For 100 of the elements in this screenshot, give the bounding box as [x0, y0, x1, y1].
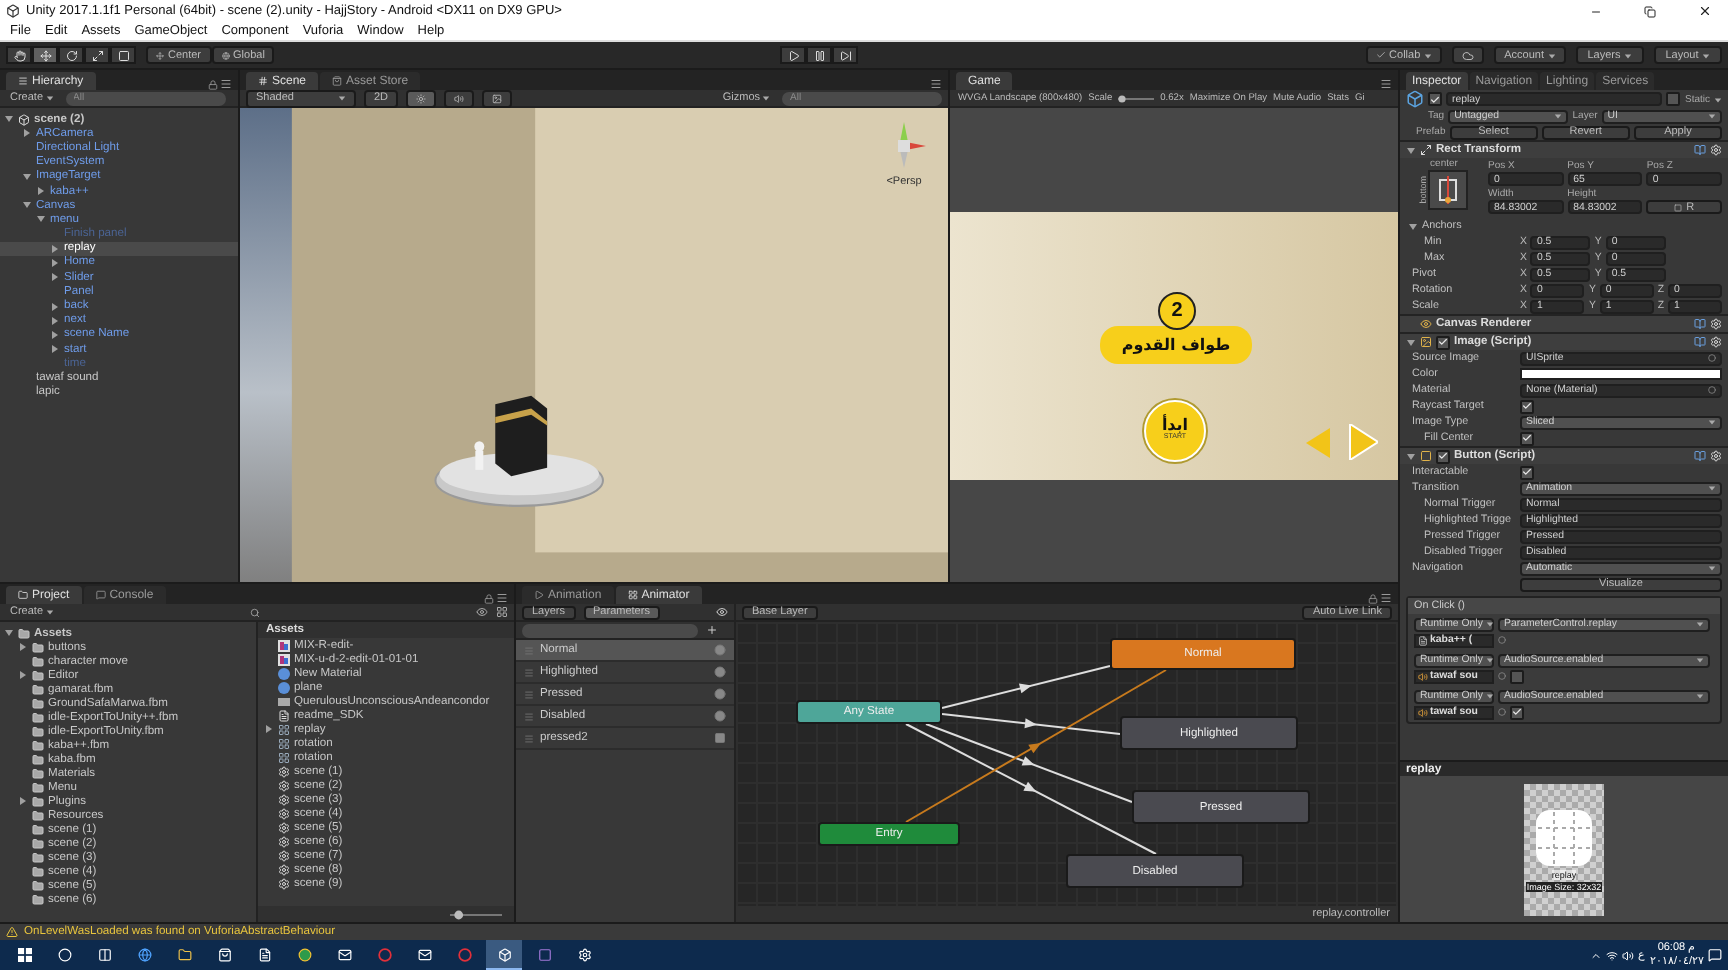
checkbox[interactable] [1520, 399, 1534, 413]
settings-icon[interactable] [1710, 450, 1722, 462]
lock-icon[interactable] [484, 594, 494, 604]
caret-down-icon[interactable] [1406, 451, 1416, 461]
object-picker-icon[interactable] [1708, 386, 1716, 394]
play-button[interactable] [780, 46, 807, 64]
help-icon[interactable] [1694, 318, 1706, 330]
speaker-icon [1418, 707, 1428, 717]
settings-icon[interactable] [1710, 336, 1722, 348]
caret-down-icon[interactable] [4, 628, 14, 638]
caret-down-icon [1696, 620, 1704, 628]
caret-down-icon [1708, 564, 1716, 572]
lock-icon[interactable] [1368, 594, 1378, 604]
help-icon[interactable] [1694, 336, 1706, 348]
caret-down-icon [1702, 51, 1711, 59]
checkbox[interactable] [1436, 335, 1450, 349]
help-icon[interactable] [1694, 144, 1706, 156]
warning-icon [6, 926, 18, 938]
color-swatch[interactable] [1520, 368, 1722, 380]
add-icon[interactable] [706, 624, 718, 636]
step-button[interactable] [832, 46, 859, 64]
checkbox[interactable] [1510, 705, 1524, 719]
object-picker-icon[interactable] [1708, 354, 1716, 362]
chevron-up-icon[interactable] [1589, 949, 1602, 961]
move-icon [39, 49, 51, 61]
caret-right-icon[interactable] [22, 128, 32, 139]
step-badge: 2 [1158, 291, 1196, 329]
caret-right-icon[interactable] [36, 186, 46, 197]
caret-right-icon[interactable] [50, 329, 60, 340]
globe-icon [137, 947, 151, 961]
notifications-icon[interactable] [1708, 948, 1722, 962]
zoom-slider[interactable] [450, 909, 502, 919]
caret-right-icon[interactable] [50, 315, 60, 326]
caret-down-icon[interactable] [1406, 337, 1416, 347]
caret-right-icon[interactable] [50, 344, 60, 355]
menu-icon[interactable] [1380, 78, 1392, 90]
anchor-preset-icon [1436, 176, 1461, 204]
search-icon[interactable] [250, 607, 260, 617]
bool-toggle[interactable] [714, 732, 726, 744]
wifi-icon[interactable] [1605, 949, 1618, 961]
caret-right-icon[interactable] [18, 642, 28, 652]
menu-icon[interactable] [930, 78, 942, 90]
caret-down-icon[interactable] [36, 214, 46, 225]
play-icon [787, 49, 800, 61]
settings-icon[interactable] [1710, 144, 1722, 156]
caret-down-icon[interactable] [4, 114, 14, 125]
lock-icon[interactable] [208, 80, 218, 90]
checkbox[interactable] [1666, 92, 1681, 106]
mail-icon [337, 947, 351, 961]
caret-down-icon[interactable] [22, 200, 32, 211]
checkbox[interactable] [1520, 465, 1534, 479]
caret-right-icon[interactable] [50, 243, 60, 254]
caret-down-icon[interactable] [22, 171, 32, 182]
anchor-preset-button[interactable] [1428, 170, 1469, 210]
help-icon[interactable] [1694, 450, 1706, 462]
eye-icon[interactable] [716, 606, 728, 618]
checkbox[interactable] [1428, 92, 1442, 106]
ring-logo-icon [457, 947, 471, 961]
scale-slider[interactable] [1116, 93, 1157, 103]
caret-right-icon[interactable] [18, 670, 28, 680]
checkbox[interactable] [1436, 449, 1450, 463]
drag-handle-icon [524, 733, 534, 743]
eye-icon[interactable] [476, 606, 488, 618]
menu-icon[interactable] [1380, 592, 1392, 604]
shopping-bag-icon [217, 947, 231, 961]
globe-icon [221, 51, 230, 59]
speaker-icon [454, 93, 465, 103]
rotate-tool-button[interactable] [58, 46, 84, 64]
caret-right-icon[interactable] [264, 724, 274, 734]
caret-down-icon [1486, 656, 1495, 664]
caret-right-icon[interactable] [50, 257, 60, 268]
drag-handle-icon [524, 667, 534, 677]
caret-right-icon[interactable] [50, 301, 60, 312]
image-icon [492, 93, 503, 103]
speaker-icon[interactable] [1621, 949, 1634, 961]
move-tool-button[interactable] [32, 46, 58, 64]
app-logo-icon [6, 4, 20, 18]
caret-down-icon[interactable] [1406, 145, 1416, 155]
rect-tool-tool-button[interactable] [110, 46, 136, 64]
slider-thumb[interactable] [1118, 94, 1126, 102]
caret-down-icon [1696, 692, 1704, 700]
slider-thumb[interactable] [454, 909, 464, 919]
checkbox[interactable] [1510, 669, 1524, 683]
mail-icon [417, 947, 431, 961]
pause-button[interactable] [806, 46, 833, 64]
settings-icon[interactable] [1710, 318, 1722, 330]
menu-icon[interactable] [496, 592, 508, 604]
caret-down-icon[interactable] [1408, 221, 1418, 231]
hand-tool-button[interactable] [6, 46, 32, 64]
search-field[interactable] [522, 623, 698, 637]
caret-down-icon [1424, 51, 1433, 59]
grid-icon[interactable] [496, 606, 508, 618]
scale-tool-button[interactable] [84, 46, 110, 64]
rounded-square-drawing [1534, 807, 1594, 867]
menu-icon[interactable] [220, 78, 232, 90]
caret-right-icon[interactable] [18, 796, 28, 806]
checkbox[interactable] [1520, 431, 1534, 445]
caret-down-icon [1696, 656, 1704, 664]
caret-right-icon[interactable] [50, 272, 60, 283]
cloud-button[interactable] [1452, 46, 1485, 64]
